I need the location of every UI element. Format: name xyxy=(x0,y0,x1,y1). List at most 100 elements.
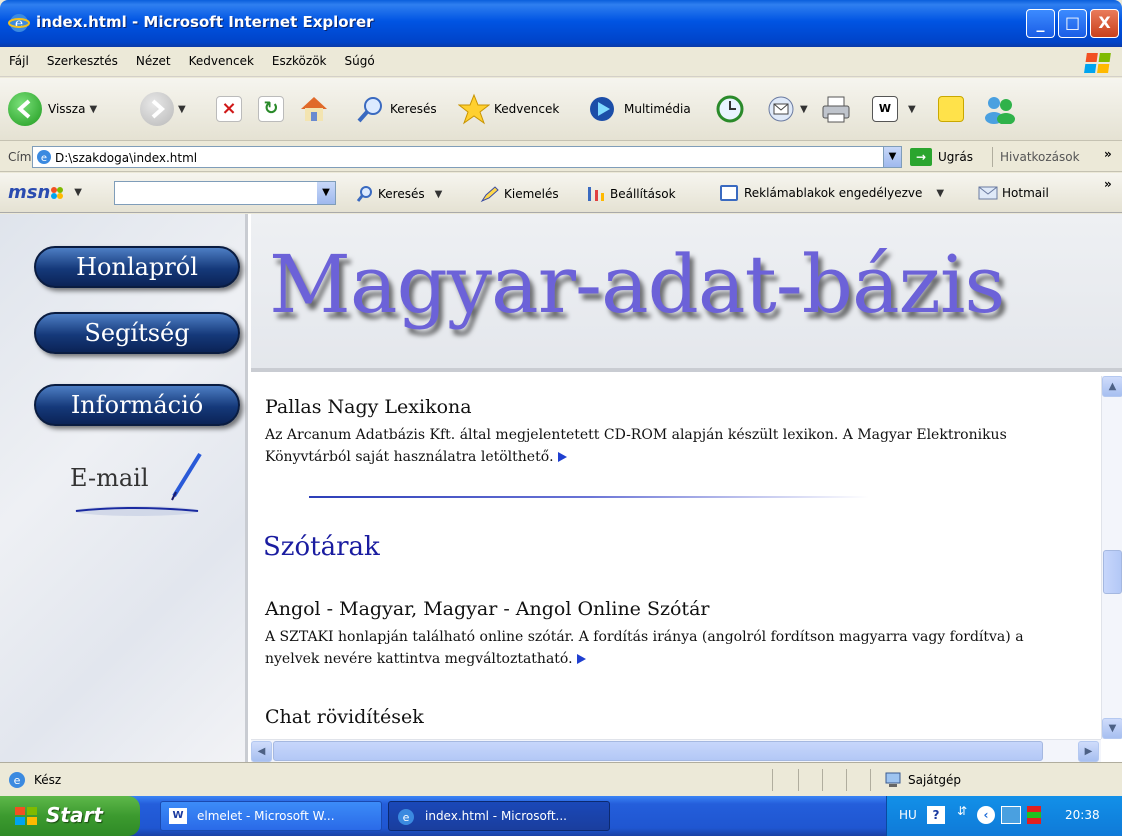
network-icon[interactable]: ⇵ xyxy=(957,804,967,818)
pen-icon xyxy=(171,452,202,501)
media-button[interactable]: Multimédia xyxy=(586,92,691,126)
taskbar-item-ie[interactable]: e index.html - Microsoft... xyxy=(388,801,610,831)
address-input[interactable]: e D:\szakdoga\index.html ▼ xyxy=(32,146,902,168)
ie-icon: e xyxy=(8,14,30,32)
search-button[interactable]: Keresés xyxy=(356,92,437,126)
history-button[interactable] xyxy=(714,92,746,126)
menu-bar: Fájl Szerkesztés Nézet Kedvencek Eszközök Súg… xyxy=(0,47,1122,77)
more-links-chevron[interactable]: » xyxy=(1104,147,1112,161)
email-swoosh xyxy=(75,506,199,516)
home-icon xyxy=(301,97,327,121)
minimize-button[interactable]: _ xyxy=(1026,9,1055,38)
media-icon xyxy=(590,97,614,121)
header-frame: Magyar-adat-bázis xyxy=(251,214,1122,372)
svg-text:e: e xyxy=(41,153,47,164)
start-label: Start xyxy=(46,803,103,827)
chevron-down-icon[interactable]: ▼ xyxy=(908,104,916,115)
email-link[interactable]: E-mail xyxy=(70,452,202,516)
site-title: Magyar-adat-bázis xyxy=(269,238,1005,331)
messenger-button[interactable] xyxy=(982,92,1018,126)
print-button[interactable] xyxy=(820,92,852,126)
scroll-down-button[interactable]: ▼ xyxy=(1102,718,1122,739)
history-icon xyxy=(716,95,744,123)
entry-text: Az Arcanum Adatbázis Kft. által megjelen… xyxy=(265,427,1007,465)
clock[interactable]: 20:38 xyxy=(1065,808,1100,822)
title-bar[interactable]: e index.html - Microsoft Internet Explor… xyxy=(0,0,1122,47)
popup-blocker-button[interactable]: Reklámablakok engedélyezve ▼ xyxy=(720,185,944,201)
chevron-down-icon[interactable]: ▼ xyxy=(435,189,443,200)
page-icon: e xyxy=(37,150,51,164)
arrow-link-icon[interactable] xyxy=(557,452,567,462)
vertical-scroll-thumb[interactable] xyxy=(1103,550,1122,594)
vertical-scrollbar[interactable]: ▲ ▼ xyxy=(1101,376,1122,739)
forward-arrow-icon xyxy=(140,92,174,126)
refresh-button[interactable]: ↻ xyxy=(258,92,284,126)
separator xyxy=(822,769,823,791)
settings-button[interactable]: Beállítások xyxy=(586,185,676,203)
monitor-icon[interactable] xyxy=(1001,806,1021,824)
taskbar-item-word[interactable]: W elmelet - Microsoft W... xyxy=(160,801,382,831)
search-icon xyxy=(356,186,372,202)
mail-button[interactable]: ▼ xyxy=(766,92,808,126)
chevron-down-icon[interactable]: ▼ xyxy=(74,187,82,198)
menu-help[interactable]: Súgó xyxy=(336,47,384,75)
horizontal-scroll-thumb[interactable] xyxy=(273,741,1043,761)
scroll-left-button[interactable]: ◀ xyxy=(251,741,272,762)
maximize-button[interactable]: □ xyxy=(1058,9,1087,38)
favorites-button[interactable]: Kedvencek xyxy=(458,92,559,126)
menu-view[interactable]: Nézet xyxy=(127,47,180,75)
chevron-down-icon[interactable]: ▼ xyxy=(89,104,97,115)
menu-file[interactable]: Fájl xyxy=(0,47,38,75)
forward-button[interactable]: ▼ xyxy=(140,92,186,126)
search-icon xyxy=(357,97,382,123)
main-content-frame: Pallas Nagy Lexikona Az Arcanum Adatbázi… xyxy=(251,376,1122,762)
msn-logo[interactable]: msn ▼ xyxy=(8,182,82,203)
highlighter-icon xyxy=(480,186,499,203)
help-icon[interactable]: ? xyxy=(927,806,945,824)
stop-button[interactable]: × xyxy=(216,92,242,126)
taskbar-item-label: elmelet - Microsoft W... xyxy=(197,809,335,823)
arrow-left-icon[interactable]: ‹ xyxy=(977,806,995,824)
menu-tools[interactable]: Eszközök xyxy=(263,47,336,75)
start-button[interactable]: Start xyxy=(0,796,140,836)
highlight-button[interactable]: Kiemelés xyxy=(480,185,559,203)
chevron-down-icon[interactable]: ▼ xyxy=(883,147,901,167)
chevron-down-icon[interactable]: ▼ xyxy=(936,188,944,199)
arrow-link-icon[interactable] xyxy=(576,654,586,664)
msn-search-input[interactable]: ▼ xyxy=(114,181,336,205)
chevron-down-icon[interactable]: ▼ xyxy=(317,182,335,204)
zone-label: Sajátgép xyxy=(908,773,961,787)
nav-informacio-button[interactable]: Információ xyxy=(34,384,240,426)
discuss-button[interactable] xyxy=(938,92,964,126)
menu-favorites[interactable]: Kedvencek xyxy=(180,47,263,75)
svg-text:e: e xyxy=(14,774,21,787)
chevron-down-icon[interactable]: ▼ xyxy=(800,104,808,115)
scroll-right-button[interactable]: ▶ xyxy=(1078,741,1099,762)
separator xyxy=(870,769,871,791)
hotmail-button[interactable]: Hotmail xyxy=(978,185,1049,201)
msn-logo-text: msn xyxy=(8,182,51,203)
edit-word-button[interactable]: W ▼ xyxy=(872,92,916,126)
nav-segitseg-button[interactable]: Segítség xyxy=(34,312,240,354)
settings-icon xyxy=(588,187,604,201)
separator xyxy=(772,769,773,791)
back-button[interactable]: Vissza ▼ xyxy=(8,92,97,126)
entry-description: Az Arcanum Adatbázis Kft. által megjelen… xyxy=(265,424,1065,468)
standard-toolbar: Vissza ▼ ▼ × ↻ Keresés Kedvencek Multiméd… xyxy=(0,78,1122,141)
nav-honlaprol-button[interactable]: Honlapról xyxy=(34,246,240,288)
msn-search-button[interactable]: Keresés ▼ xyxy=(356,185,442,203)
svg-text:e: e xyxy=(403,811,410,824)
more-tools-chevron[interactable]: » xyxy=(1104,177,1112,191)
messenger-icon xyxy=(985,97,1015,124)
links-label[interactable]: Hivatkozások xyxy=(1000,150,1080,164)
language-indicator[interactable]: HU xyxy=(899,808,917,822)
close-button[interactable]: X xyxy=(1090,9,1119,38)
meter-icon[interactable] xyxy=(1027,806,1041,824)
home-button[interactable] xyxy=(298,92,330,126)
chevron-down-icon[interactable]: ▼ xyxy=(178,104,186,115)
menu-edit[interactable]: Szerkesztés xyxy=(38,47,127,75)
horizontal-scrollbar[interactable]: ◀ ▶ xyxy=(251,739,1101,762)
go-button[interactable]: → Ugrás xyxy=(910,148,973,166)
scroll-up-button[interactable]: ▲ xyxy=(1102,376,1122,397)
section-heading: Szótárak xyxy=(263,532,380,562)
